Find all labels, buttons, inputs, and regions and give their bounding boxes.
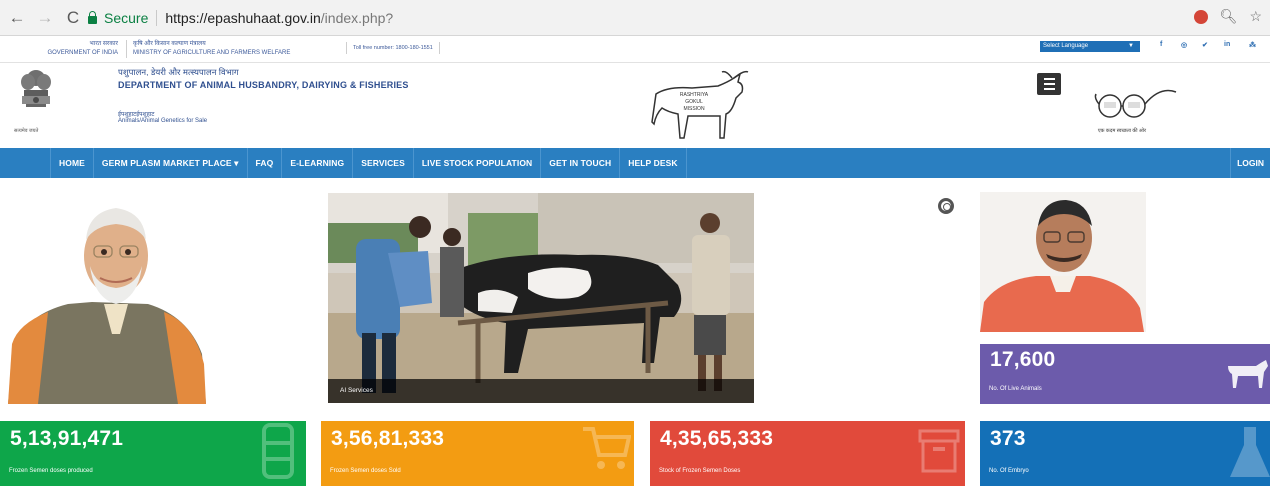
stat-semen-produced: 5,13,91,471 Frozen Semen doses produced <box>0 421 306 486</box>
menu-faq[interactable]: FAQ <box>248 148 283 178</box>
menu-germ-plasm-market-place[interactable]: GERM PLASM MARKET PLACE ▾ <box>94 148 248 178</box>
gov-strip: भारत सरकार GOVERNMENT OF INDIA कृषि और क… <box>0 37 1270 63</box>
stat-embryo-value: 373 <box>990 427 1026 450</box>
gokul-mission-logo[interactable]: RASHTRIYA GOKUL MISSION <box>648 68 752 148</box>
menu-home[interactable]: HOME <box>50 148 94 178</box>
stat-semen-produced-label: Frozen Semen doses produced <box>9 468 93 474</box>
slide-caption: AI Services <box>328 379 754 403</box>
site-tagline: Animals/Animal Genetics for Sale <box>118 118 208 124</box>
canister-icon <box>262 423 294 479</box>
shopping-cart-icon <box>583 427 631 469</box>
stat-semen-stock-label: Stock of Frozen Semen Doses <box>659 468 741 474</box>
site-name-hindi: ईपशुहाटईपशुहाट <box>118 112 155 118</box>
cow-icon <box>1228 360 1268 388</box>
chevron-down-icon: ▼ <box>1128 43 1134 49</box>
department-name: DEPARTMENT OF ANIMAL HUSBANDRY, DAIRYING… <box>118 80 409 90</box>
swachh-bharat-logo: एक कदम स्वच्छता की ओर <box>1094 89 1177 134</box>
zoom-icon[interactable]: 🔍︎ <box>1220 8 1238 25</box>
logo-text-line2: GOKUL <box>685 99 703 105</box>
national-emblem-icon <box>21 70 51 107</box>
stat-live-animals: 17,600 No. Of Live Animals <box>980 344 1270 404</box>
menu-e-learning[interactable]: E-LEARNING <box>282 148 354 178</box>
extension-icon[interactable] <box>1193 10 1208 24</box>
slider-pause-icon[interactable] <box>938 198 954 214</box>
stat-semen-stock: 4,35,65,333 Stock of Frozen Semen Doses <box>650 421 965 486</box>
minister-photo <box>980 192 1146 332</box>
image-slider[interactable]: AI Services <box>328 193 754 403</box>
back-icon[interactable]: ← <box>6 7 28 29</box>
swachh-caption: एक कदम स्वच्छता की ओर <box>1098 127 1147 134</box>
url-path: /index.php? <box>320 10 394 26</box>
address-bar[interactable]: Secure https://epashuhaat.gov.in/index.p… <box>88 6 393 30</box>
gov-hi: भारत सरकार <box>89 41 118 47</box>
forward-icon[interactable]: → <box>34 7 56 29</box>
twitter-icon[interactable]: ✔ <box>1202 41 1208 49</box>
slide-ai-services-image <box>328 193 754 403</box>
prime-minister-photo <box>8 208 206 404</box>
address-separator <box>156 10 158 26</box>
reload-icon[interactable]: C <box>62 7 84 29</box>
stat-embryo: 373 No. Of Embryo <box>980 421 1270 486</box>
bookmark-star-icon[interactable]: ☆ <box>1249 8 1262 25</box>
stat-semen-sold: 3,56,81,333 Frozen Semen doses Sold <box>321 421 634 486</box>
logo-text-line1: RASHTRIYA <box>680 92 709 98</box>
ministry-name: कृषि और किसान कल्याण मंत्रालय MINISTRY O… <box>126 40 290 58</box>
stat-semen-produced-value: 5,13,91,471 <box>10 427 124 450</box>
browser-toolbar: ← → C Secure https://epashuhaat.gov.in/i… <box>0 0 1270 36</box>
gov-of-india: भारत सरकार GOVERNMENT OF INDIA <box>8 40 118 58</box>
ministry-en: MINISTRY OF AGRICULTURE AND FARMERS WELF… <box>133 50 291 56</box>
stat-live-animals-value: 17,600 <box>990 348 1056 371</box>
main-menu: HOME GERM PLASM MARKET PLACE ▾ FAQ E-LEA… <box>0 148 1270 178</box>
ministry-hi: कृषि और किसान कल्याण मंत्रालय <box>133 41 206 47</box>
sitemap-icon[interactable]: ⁂ <box>1249 41 1256 49</box>
url-host: https://epashuhaat.gov.in <box>165 10 321 26</box>
menu-get-in-touch[interactable]: GET IN TOUCH <box>541 148 621 178</box>
site-header: सत्यमेव जयते पशुपालन, डेयरी और मत्स्यपाल… <box>0 64 1270 148</box>
hamburger-menu-button[interactable] <box>1037 73 1061 95</box>
department-name-hindi: पशुपालन, डेयरी और मत्स्यपालन विभाग <box>118 67 239 77</box>
stat-semen-sold-label: Frozen Semen doses Sold <box>330 468 401 474</box>
emblem-caption: सत्यमेव जयते <box>14 128 39 134</box>
logo-text-line3: MISSION <box>683 106 705 112</box>
instagram-icon[interactable]: ◎ <box>1181 41 1187 49</box>
lock-icon <box>88 11 97 24</box>
secure-label: Secure <box>104 10 149 26</box>
facebook-icon[interactable]: f <box>1160 41 1162 48</box>
language-select[interactable]: Select Language ▼ <box>1040 41 1140 52</box>
stat-live-animals-label: No. Of Live Animals <box>989 386 1042 392</box>
archive-box-icon <box>918 429 960 473</box>
stat-embryo-label: No. Of Embryo <box>989 468 1029 474</box>
stat-semen-sold-value: 3,56,81,333 <box>331 427 445 450</box>
login-link[interactable]: LOGIN <box>1230 148 1270 178</box>
toll-free-number: Toll free number: 1800-180-1551 <box>346 42 440 54</box>
linkedin-icon[interactable]: in <box>1224 41 1230 48</box>
language-select-label: Select Language <box>1043 43 1089 49</box>
menu-live-stock-population[interactable]: LIVE STOCK POPULATION <box>414 148 542 178</box>
flask-icon <box>1230 427 1270 477</box>
browser-actions: 🔍︎ ☆ <box>1193 8 1262 25</box>
menu-help-desk[interactable]: HELP DESK <box>620 148 687 178</box>
menu-services[interactable]: SERVICES <box>353 148 414 178</box>
stat-semen-stock-value: 4,35,65,333 <box>660 427 774 450</box>
gov-en: GOVERNMENT OF INDIA <box>47 50 118 56</box>
